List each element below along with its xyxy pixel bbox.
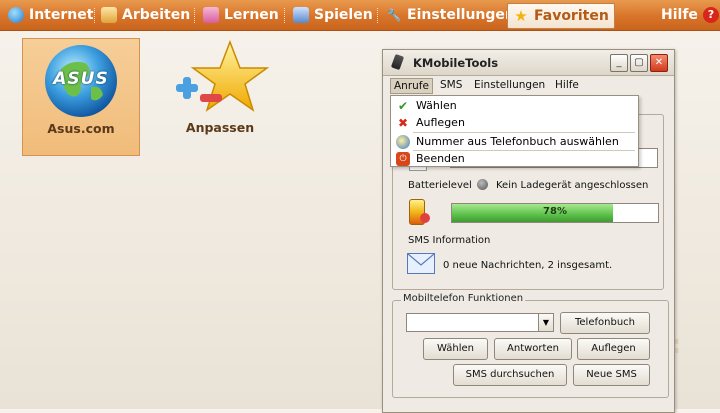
- tab-label: Arbeiten: [122, 7, 191, 23]
- phonebook-button[interactable]: Telefonbuch: [560, 312, 650, 334]
- minimize-button[interactable]: _: [610, 54, 628, 72]
- menu-einstellungen[interactable]: Einstellungen: [471, 78, 548, 92]
- book-icon: [203, 7, 219, 23]
- dial-button[interactable]: Wählen: [423, 338, 488, 360]
- battery-percent: 78%: [543, 206, 567, 217]
- tab-label: Spielen: [314, 7, 373, 23]
- tab-einstellungen[interactable]: 🔧 Einstellungen: [386, 3, 515, 27]
- tab-lernen[interactable]: Lernen: [203, 3, 279, 27]
- window-titlebar[interactable]: KMobileTools _ ▢ ✕: [383, 50, 674, 76]
- separator: [194, 8, 196, 23]
- close-button[interactable]: ✕: [650, 54, 668, 72]
- help-icon: ?: [702, 7, 719, 23]
- hangup-button[interactable]: Auflegen: [577, 338, 650, 360]
- window-title: KMobileTools: [413, 56, 499, 70]
- tab-label: Lernen: [224, 7, 279, 23]
- search-sms-button[interactable]: SMS durchsuchen: [453, 364, 567, 386]
- tab-internet[interactable]: Internet: [8, 3, 93, 27]
- phonebook-icon: [396, 134, 410, 149]
- tab-spielen[interactable]: Spielen: [293, 3, 373, 27]
- tile-anpassen[interactable]: Anpassen: [162, 38, 278, 154]
- tab-arbeiten[interactable]: Arbeiten: [101, 3, 190, 27]
- menu-label: SMS: [440, 79, 463, 91]
- maximize-button[interactable]: ▢: [630, 54, 648, 72]
- menu-item-label: Auflegen: [416, 116, 465, 129]
- gamepad-icon: [293, 7, 309, 23]
- separator: [94, 8, 96, 23]
- tile-label: Anpassen: [185, 120, 255, 135]
- menu-item-label: Nummer aus Telefonbuch auswählen: [416, 135, 619, 148]
- functions-group: Mobiltelefon Funktionen ▼ Telefonbuch Wä…: [392, 293, 669, 398]
- menu-label: Hilfe: [555, 79, 579, 91]
- tile-label: Asus.com: [47, 121, 115, 136]
- sms-info-label: SMS Information: [408, 235, 491, 246]
- wrench-icon: 🔧: [386, 8, 402, 22]
- menu-bar: Anrufe SMS Einstellungen Hilfe: [383, 76, 674, 96]
- help-button[interactable]: Hilfe ?: [661, 3, 719, 27]
- menu-sms[interactable]: SMS: [437, 78, 465, 92]
- menu-item-label: Wählen: [416, 99, 457, 112]
- menu-anrufe[interactable]: Anrufe: [390, 78, 433, 94]
- sms-status: 0 neue Nachrichten, 2 insgesamt.: [443, 260, 613, 271]
- top-menu-bar: Internet Arbeiten Lernen Spielen 🔧 Einst…: [0, 0, 720, 31]
- tab-label: Einstellungen: [407, 7, 515, 23]
- globe-icon: [8, 7, 24, 23]
- phone-icon: [390, 53, 405, 71]
- menu-item-phonebook[interactable]: Nummer aus Telefonbuch auswählen: [392, 133, 637, 150]
- asus-logo-text: ASUS: [53, 69, 109, 89]
- separator: [377, 8, 379, 23]
- help-label: Hilfe: [661, 7, 698, 23]
- menu-label: Anrufe: [394, 80, 429, 92]
- star-icon: ★: [514, 7, 528, 25]
- menu-item-waehlen[interactable]: ✔ Wählen: [392, 97, 637, 114]
- battery-progress-bar: 78%: [451, 203, 659, 223]
- x-icon: ✖: [397, 115, 409, 130]
- menu-item-beenden[interactable]: ⏻ Beenden: [392, 150, 637, 167]
- charger-status: Kein Ladegerät angeschlossen: [496, 180, 649, 191]
- check-icon: ✔: [397, 98, 409, 113]
- answer-button[interactable]: Antworten: [494, 338, 572, 360]
- new-sms-button[interactable]: Neue SMS: [573, 364, 650, 386]
- envelope-icon: [407, 253, 435, 274]
- menu-item-auflegen[interactable]: ✖ Auflegen: [392, 114, 637, 131]
- chevron-down-icon: ▼: [542, 318, 550, 327]
- menu-hilfe[interactable]: Hilfe: [552, 78, 582, 92]
- tab-favoriten[interactable]: ★ Favoriten: [507, 3, 615, 29]
- tab-label: Favoriten: [534, 8, 609, 24]
- anrufe-dropdown-menu: ✔ Wählen ✖ Auflegen Nummer aus Telefonbu…: [390, 95, 639, 167]
- menu-label: Einstellungen: [474, 79, 546, 91]
- separator: [284, 8, 286, 23]
- quit-icon: ⏻: [396, 151, 410, 166]
- tile-asus[interactable]: ASUS Asus.com: [22, 38, 140, 156]
- functions-group-label: Mobiltelefon Funktionen: [401, 293, 526, 304]
- combobox-dropdown-button[interactable]: ▼: [538, 313, 554, 332]
- tab-label: Internet: [29, 7, 94, 23]
- charger-status-icon: [477, 179, 488, 190]
- battery-plug-icon: [420, 213, 430, 223]
- briefcase-icon: [101, 7, 117, 23]
- number-combobox[interactable]: [406, 313, 540, 332]
- star-plus-minus-icon: [176, 39, 270, 112]
- menu-item-label: Beenden: [416, 152, 465, 165]
- battery-label: Batterielevel: [408, 180, 472, 191]
- kmobiletools-window: KMobileTools _ ▢ ✕ Anrufe SMS Einstellun…: [382, 49, 675, 413]
